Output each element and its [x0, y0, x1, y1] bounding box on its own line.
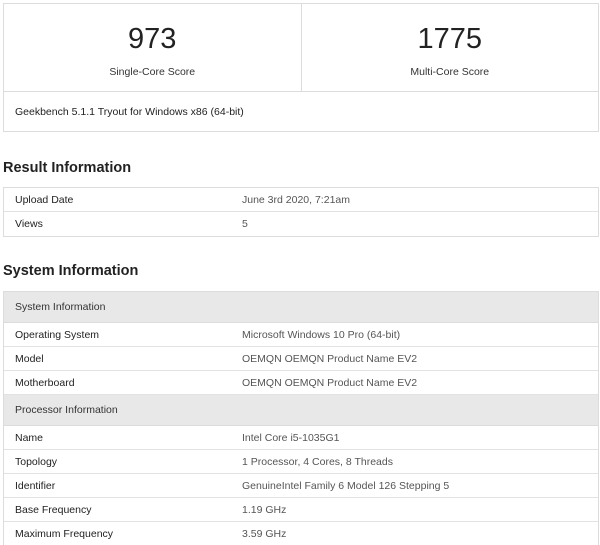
row-value: OEMQN OEMQN Product Name EV2	[242, 353, 418, 365]
system-information-title: System Information	[3, 263, 139, 279]
table-row: Model OEMQN OEMQN Product Name EV2	[4, 347, 598, 371]
multi-core-score-label: Multi-Core Score	[410, 66, 490, 78]
row-value: 5	[242, 218, 248, 230]
table-row: Base Frequency 1.19 GHz	[4, 498, 598, 522]
row-key: Upload Date	[15, 194, 74, 206]
single-core-score-label: Single-Core Score	[109, 66, 196, 78]
table-row: Name Intel Core i5-1035G1	[4, 426, 598, 450]
geekbench-result-page: 973 Single-Core Score 1775 Multi-Core Sc…	[0, 0, 600, 545]
row-key: Operating System	[15, 329, 100, 341]
result-information-title: Result Information	[3, 160, 132, 176]
score-row: 973 Single-Core Score 1775 Multi-Core Sc…	[4, 4, 598, 92]
row-value: Intel Core i5-1035G1	[242, 432, 340, 444]
row-value: Microsoft Windows 10 Pro (64-bit)	[242, 329, 401, 341]
row-key: Model	[15, 353, 44, 365]
row-key: Name	[15, 432, 44, 444]
single-core-score-value: 973	[128, 23, 177, 55]
system-information-table: System Information Operating System Micr…	[3, 291, 599, 545]
table-row: Upload Date June 3rd 2020, 7:21am	[4, 188, 598, 212]
group-heading-processor: Processor Information	[4, 395, 598, 426]
row-value: 3.59 GHz	[242, 528, 287, 540]
row-value: 1 Processor, 4 Cores, 8 Threads	[242, 456, 393, 468]
row-key: Motherboard	[15, 377, 75, 389]
multi-core-score: 1775 Multi-Core Score	[300, 4, 599, 91]
table-row: Operating System Microsoft Windows 10 Pr…	[4, 323, 598, 347]
multi-core-score-value: 1775	[417, 23, 482, 55]
table-row: Identifier GenuineIntel Family 6 Model 1…	[4, 474, 598, 498]
result-information-table: Upload Date June 3rd 2020, 7:21am Views …	[3, 187, 599, 237]
row-key: Maximum Frequency	[15, 528, 114, 540]
row-key: Views	[15, 218, 43, 230]
row-key: Topology	[15, 456, 58, 468]
row-value: June 3rd 2020, 7:21am	[242, 194, 350, 206]
table-row: Motherboard OEMQN OEMQN Product Name EV2	[4, 371, 598, 395]
table-row: Views 5	[4, 212, 598, 236]
benchmark-version: Geekbench 5.1.1 Tryout for Windows x86 (…	[15, 106, 244, 118]
row-value: OEMQN OEMQN Product Name EV2	[242, 377, 418, 389]
group-heading-system: System Information	[4, 292, 598, 323]
row-key: Identifier	[15, 480, 56, 492]
score-card: 973 Single-Core Score 1775 Multi-Core Sc…	[3, 3, 599, 132]
row-key: Base Frequency	[15, 504, 92, 516]
table-row: Maximum Frequency 3.59 GHz	[4, 522, 598, 545]
row-value: 1.19 GHz	[242, 504, 287, 516]
table-row: Topology 1 Processor, 4 Cores, 8 Threads	[4, 450, 598, 474]
row-value: GenuineIntel Family 6 Model 126 Stepping…	[242, 480, 450, 492]
single-core-score: 973 Single-Core Score	[4, 4, 301, 91]
